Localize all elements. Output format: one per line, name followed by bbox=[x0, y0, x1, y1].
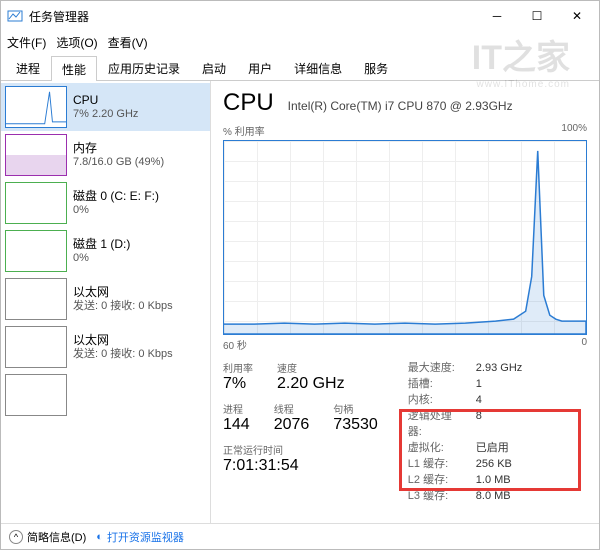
open-resource-monitor-link[interactable]: ◐ 打开资源监视器 bbox=[96, 529, 184, 545]
ethernet-thumbnail bbox=[5, 326, 67, 368]
proc-value: 144 bbox=[223, 416, 250, 434]
disk-thumbnail bbox=[5, 182, 67, 224]
sidebar-label: 以太网 bbox=[73, 333, 173, 347]
sidebar-item-ethernet1[interactable]: 以太网发送: 0 接收: 0 Kbps bbox=[1, 323, 210, 371]
tab-bar: 进程 性能 应用历史记录 启动 用户 详细信息 服务 bbox=[1, 53, 599, 81]
sidebar-item-ethernet0[interactable]: 以太网发送: 0 接收: 0 Kbps bbox=[1, 275, 210, 323]
sidebar-label: CPU bbox=[73, 93, 138, 107]
monitor-icon: ◐ bbox=[96, 531, 103, 543]
speed-value: 2.20 GHz bbox=[277, 375, 345, 393]
main-panel: CPU Intel(R) Core(TM) i7 CPU 870 @ 2.93G… bbox=[211, 81, 599, 523]
tab-processes[interactable]: 进程 bbox=[5, 55, 51, 80]
util-value: 7% bbox=[223, 375, 253, 393]
sidebar-sub: 发送: 0 接收: 0 Kbps bbox=[73, 299, 173, 313]
sidebar[interactable]: CPU7% 2.20 GHz 内存7.8/16.0 GB (49%) 磁盘 0 … bbox=[1, 81, 211, 523]
sidebar-label: 内存 bbox=[73, 141, 164, 155]
thread-label: 线程 bbox=[274, 401, 310, 416]
menubar: 文件(F) 选项(O) 查看(V) bbox=[1, 31, 599, 53]
tab-performance[interactable]: 性能 bbox=[51, 56, 97, 81]
proc-label: 进程 bbox=[223, 401, 250, 416]
sockets-value: 1 bbox=[476, 376, 482, 392]
titlebar: 任务管理器 ─ ☐ ✕ bbox=[1, 1, 599, 31]
uptime-value: 7:01:31:54 bbox=[223, 457, 378, 475]
chart-x-right: 0 bbox=[581, 337, 587, 352]
max-speed-value: 2.93 GHz bbox=[476, 360, 522, 376]
sidebar-item-extra[interactable] bbox=[1, 371, 210, 419]
cores-value: 4 bbox=[476, 392, 482, 408]
sidebar-item-cpu[interactable]: CPU7% 2.20 GHz bbox=[1, 83, 210, 131]
sockets-label: 插槽: bbox=[408, 376, 464, 392]
speed-label: 速度 bbox=[277, 360, 345, 375]
chart-y-max: 100% bbox=[561, 123, 587, 138]
close-button[interactable]: ✕ bbox=[557, 1, 597, 31]
window-title: 任务管理器 bbox=[29, 8, 477, 25]
tab-app-history[interactable]: 应用历史记录 bbox=[97, 55, 191, 80]
maximize-button[interactable]: ☐ bbox=[517, 1, 557, 31]
sidebar-item-disk1[interactable]: 磁盘 1 (D:)0% bbox=[1, 227, 210, 275]
sidebar-label: 磁盘 1 (D:) bbox=[73, 237, 130, 251]
menu-file[interactable]: 文件(F) bbox=[7, 34, 46, 51]
footer: ^ 简略信息(D) ◐ 打开资源监视器 bbox=[1, 523, 599, 549]
chevron-up-icon: ^ bbox=[9, 530, 23, 544]
tab-startup[interactable]: 启动 bbox=[191, 55, 237, 80]
sidebar-item-memory[interactable]: 内存7.8/16.0 GB (49%) bbox=[1, 131, 210, 179]
max-speed-label: 最大速度: bbox=[408, 360, 464, 376]
cpu-chart bbox=[223, 140, 587, 335]
sidebar-sub: 0% bbox=[73, 203, 159, 217]
cpu-model: Intel(R) Core(TM) i7 CPU 870 @ 2.93GHz bbox=[288, 99, 513, 113]
highlight-box bbox=[399, 409, 581, 491]
app-icon bbox=[7, 8, 23, 24]
sidebar-label: 以太网 bbox=[73, 285, 173, 299]
tab-services[interactable]: 服务 bbox=[353, 55, 399, 80]
tab-users[interactable]: 用户 bbox=[237, 55, 283, 80]
sidebar-sub: 7% 2.20 GHz bbox=[73, 107, 138, 121]
thread-value: 2076 bbox=[274, 416, 310, 434]
fewer-details-button[interactable]: ^ 简略信息(D) bbox=[9, 529, 86, 545]
sidebar-sub: 0% bbox=[73, 251, 130, 265]
thumbnail bbox=[5, 374, 67, 416]
handle-value: 73530 bbox=[333, 416, 378, 434]
chart-x-left: 60 秒 bbox=[223, 337, 247, 352]
disk-thumbnail bbox=[5, 230, 67, 272]
cores-label: 内核: bbox=[408, 392, 464, 408]
tab-details[interactable]: 详细信息 bbox=[283, 55, 353, 80]
sidebar-sub: 发送: 0 接收: 0 Kbps bbox=[73, 347, 173, 361]
chart-y-label: % 利用率 bbox=[223, 123, 265, 138]
cpu-thumbnail bbox=[5, 86, 67, 128]
util-label: 利用率 bbox=[223, 360, 253, 375]
handle-label: 句柄 bbox=[333, 401, 378, 416]
page-title: CPU bbox=[223, 89, 274, 117]
ethernet-thumbnail bbox=[5, 278, 67, 320]
memory-thumbnail bbox=[5, 134, 67, 176]
sidebar-label: 磁盘 0 (C: E: F:) bbox=[73, 189, 159, 203]
sidebar-sub: 7.8/16.0 GB (49%) bbox=[73, 155, 164, 169]
menu-view[interactable]: 查看(V) bbox=[108, 34, 148, 51]
uptime-label: 正常运行时间 bbox=[223, 446, 283, 457]
menu-options[interactable]: 选项(O) bbox=[56, 34, 97, 51]
minimize-button[interactable]: ─ bbox=[477, 1, 517, 31]
sidebar-item-disk0[interactable]: 磁盘 0 (C: E: F:)0% bbox=[1, 179, 210, 227]
